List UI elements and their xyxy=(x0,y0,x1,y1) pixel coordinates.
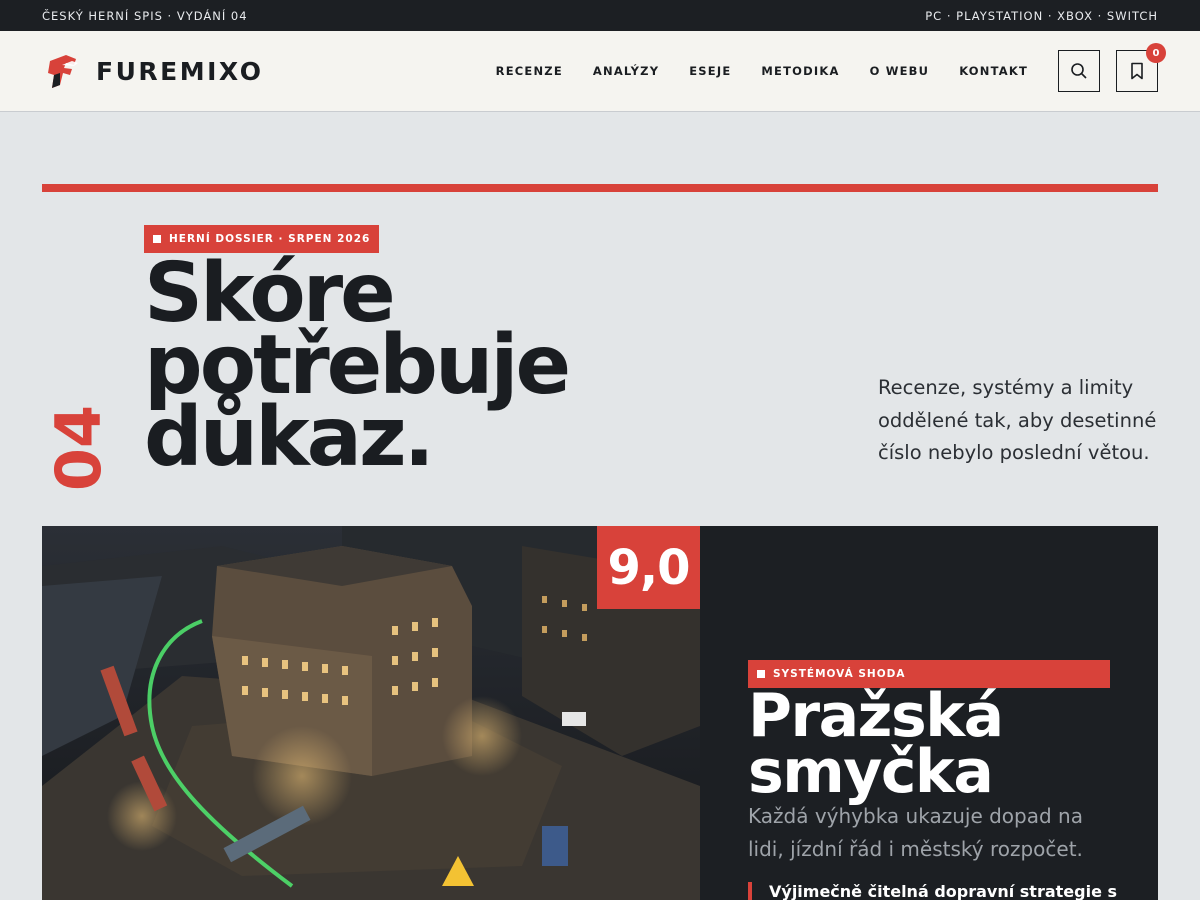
bookmark-count-badge: 0 xyxy=(1146,43,1166,63)
featured-review-card[interactable]: 9,0 SYSTÉMOVÁ SHODA Pražská smyčka Každá… xyxy=(42,526,1158,900)
nav-item-analyzy[interactable]: ANALÝZY xyxy=(593,64,659,78)
furemixo-logo-icon xyxy=(48,55,78,88)
tag-square-icon xyxy=(757,670,765,678)
nav-item-recenze[interactable]: RECENZE xyxy=(496,64,563,78)
top-bar: ČESKÝ HERNÍ SPIS · VYDÁNÍ 04 PC · PLAYST… xyxy=(0,0,1200,31)
hero-divider xyxy=(42,184,1158,192)
nav-item-kontakt[interactable]: KONTAKT xyxy=(959,64,1028,78)
bookmarks-button[interactable]: 0 xyxy=(1116,43,1166,92)
nav-item-eseje[interactable]: ESEJE xyxy=(689,64,731,78)
feature-tag-label: SYSTÉMOVÁ SHODA xyxy=(773,668,906,680)
feature-description: Každá výhybka ukazuje dopad na lidi, jíz… xyxy=(748,804,1083,861)
hero-tag-label: HERNÍ DOSSIER · SRPEN 2026 xyxy=(169,233,371,245)
feature-verdict-quote: Výjimečně čitelná dopravní strategie s xyxy=(748,882,1117,900)
issue-number: 04 xyxy=(42,405,110,491)
bookmark-icon xyxy=(1131,62,1143,80)
feature-title[interactable]: Pražská smyčka xyxy=(748,681,1004,807)
feature-title-line: smyčka xyxy=(748,737,994,807)
search-button[interactable] xyxy=(1058,50,1100,92)
search-icon xyxy=(1071,63,1087,79)
hero-title: Skóre potřebuje důkaz. xyxy=(144,253,571,479)
hero-lead: Recenze, systémy a limity oddělené tak, … xyxy=(878,376,1157,464)
tag-square-icon xyxy=(153,235,161,243)
nav-item-metodika[interactable]: METODIKA xyxy=(761,64,839,78)
nav-item-o-webu[interactable]: O WEBU xyxy=(870,64,930,78)
review-score: 9,0 xyxy=(597,526,700,609)
platforms-label: PC · PLAYSTATION · XBOX · SWITCH xyxy=(925,8,1158,23)
feature-title-line: Pražská xyxy=(748,681,1004,751)
site-header: FUREMIXO RECENZE ANALÝZY ESEJE METODIKA … xyxy=(0,31,1200,112)
main-nav: RECENZE ANALÝZY ESEJE METODIKA O WEBU KO… xyxy=(466,64,1028,78)
logo-text: FUREMIXO xyxy=(96,56,264,86)
issue-number-text: 04 xyxy=(42,405,110,491)
edition-label: ČESKÝ HERNÍ SPIS · VYDÁNÍ 04 xyxy=(42,8,248,23)
logo-link[interactable]: FUREMIXO xyxy=(42,51,264,91)
